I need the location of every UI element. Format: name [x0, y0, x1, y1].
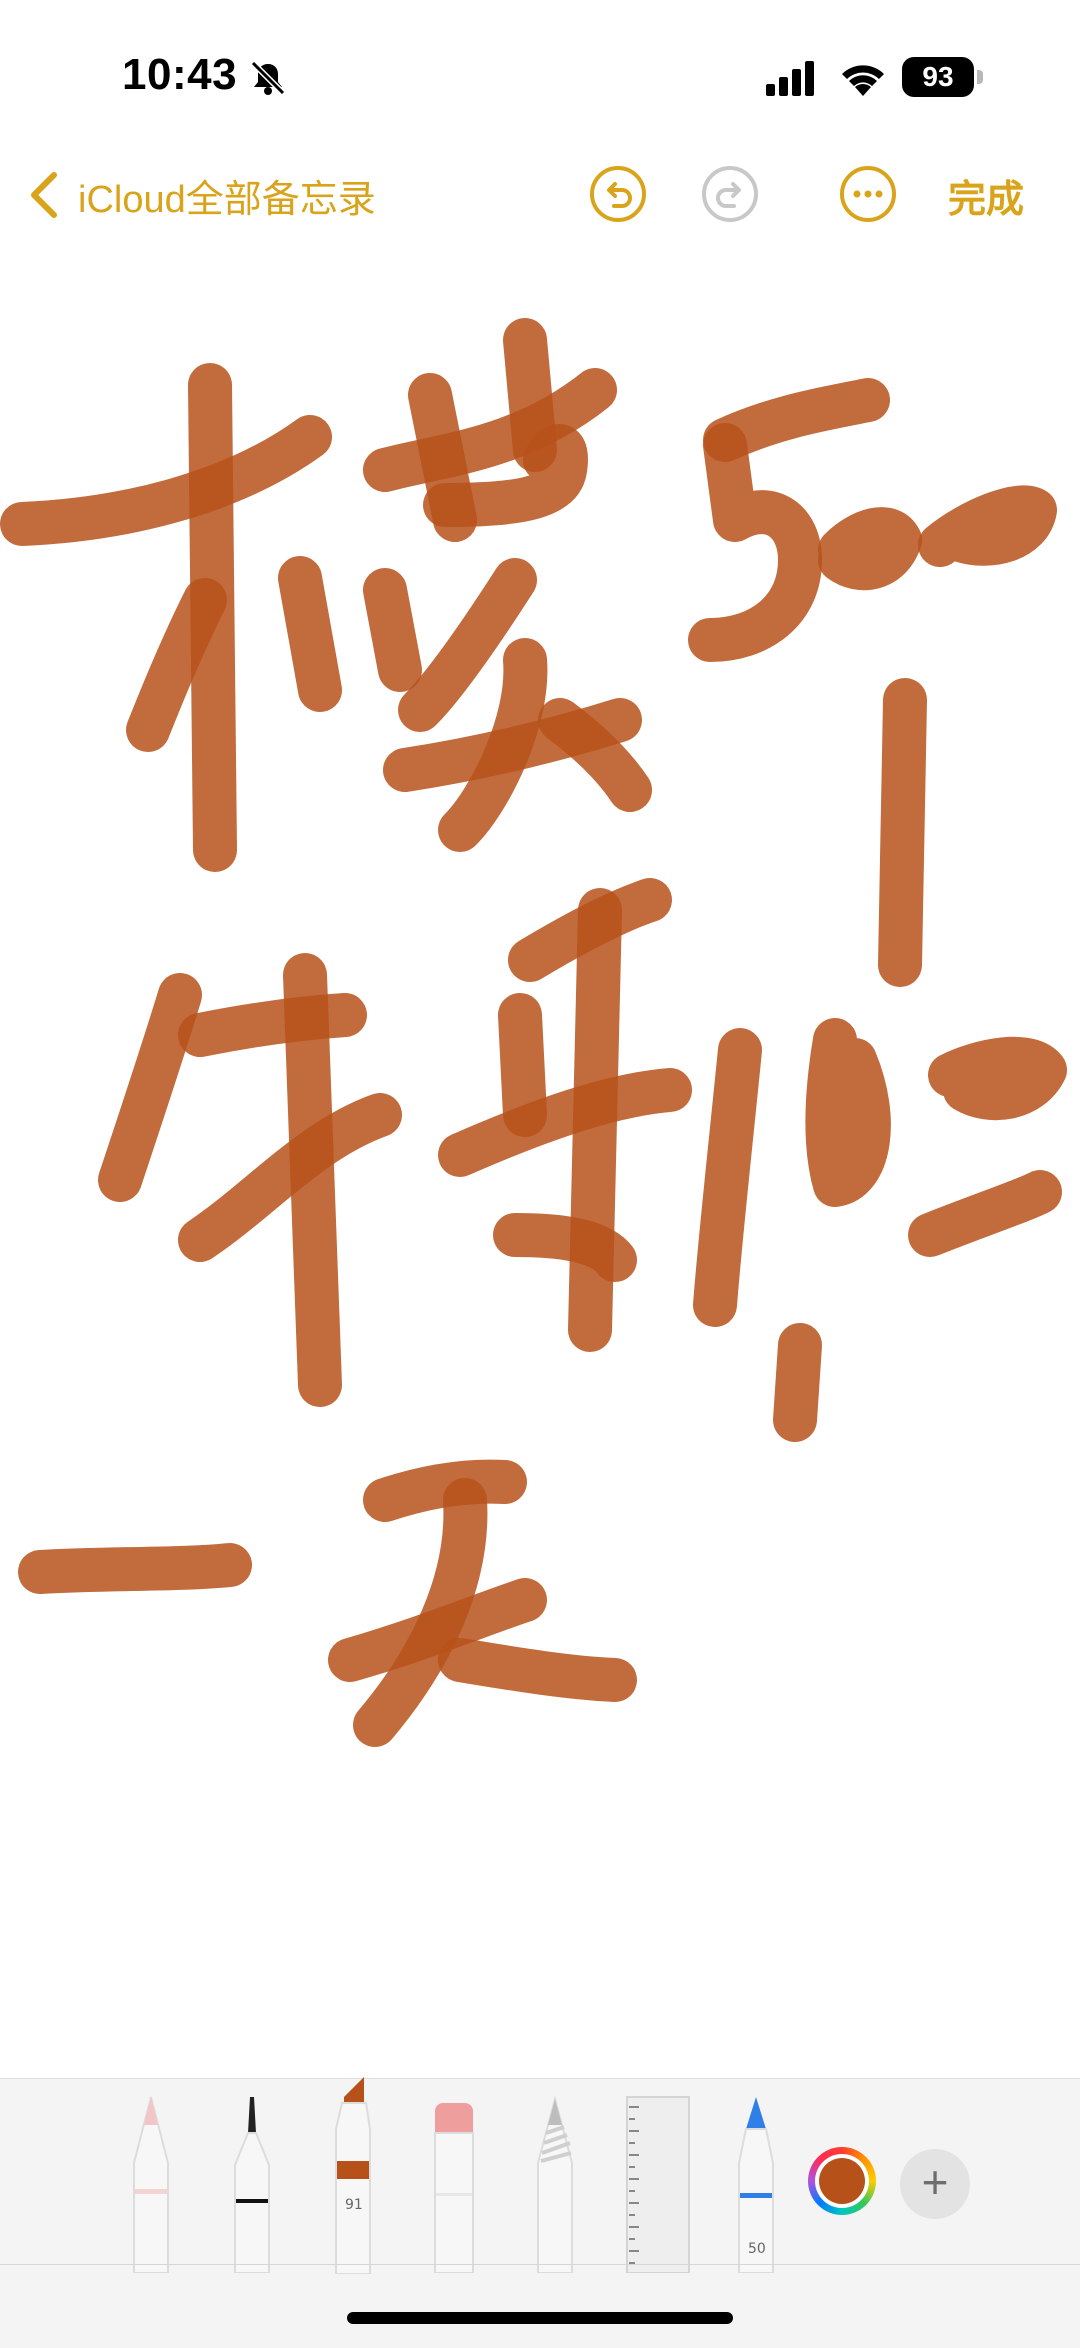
pencil-icon [537, 2095, 573, 2273]
undo-button[interactable] [588, 164, 648, 224]
stroke [818, 507, 922, 591]
ruler-tool[interactable] [625, 2093, 691, 2273]
eraser-tool[interactable] [431, 2093, 477, 2273]
wifi-icon [842, 65, 884, 96]
handwriting-strokes [0, 318, 1067, 1747]
battery-icon: 93 [902, 57, 984, 97]
home-indicator[interactable] [347, 2312, 733, 2324]
stroke [688, 423, 822, 662]
crayon-width-label: 50 [748, 2241, 766, 2257]
stroke [278, 556, 342, 712]
stroke [493, 1213, 637, 1282]
more-button[interactable] [838, 164, 898, 224]
palette-divider [0, 2264, 1080, 2265]
stroke [878, 678, 927, 987]
pencil-tool[interactable] [532, 2093, 578, 2273]
color-picker-button[interactable] [808, 2147, 876, 2215]
battery-cap [977, 70, 983, 84]
selected-color-swatch [819, 2158, 865, 2204]
cellular-signal-icon [766, 61, 814, 96]
back-button[interactable]: iCloud全部备忘录 [26, 160, 376, 230]
redo-button[interactable] [700, 164, 760, 224]
battery-level: 93 [902, 57, 974, 97]
add-tool-button[interactable]: + [900, 2149, 970, 2219]
fineliner-tool[interactable] [229, 2093, 275, 2273]
plus-icon: + [921, 2156, 949, 2208]
stroke [805, 1018, 891, 1207]
stroke [398, 558, 537, 732]
drawing-tool-palette: 91 50 + [0, 2077, 1080, 2348]
stroke [928, 1036, 1067, 1121]
stroke [438, 1068, 692, 1177]
marker-icon [335, 2077, 371, 2274]
eraser-icon [434, 2103, 474, 2273]
stroke [693, 1028, 762, 1327]
stroke [283, 953, 342, 1407]
marker-width-label: 91 [345, 2197, 363, 2213]
stroke [908, 1170, 1062, 1257]
drawing-canvas[interactable] [0, 240, 1080, 2078]
pen-icon [133, 2096, 169, 2273]
fineliner-icon [234, 2097, 270, 2273]
ruler-icon [626, 2096, 690, 2273]
stroke [438, 1638, 637, 1702]
chevron-left-icon [31, 172, 57, 218]
nav-bar: iCloud全部备忘录 完成 [0, 150, 1080, 240]
crayon-tool[interactable]: 50 [733, 2093, 779, 2273]
marker-tool[interactable]: 91 [330, 2069, 376, 2274]
stroke [498, 993, 547, 1137]
back-label: iCloud全部备忘录 [78, 178, 376, 221]
stroke [503, 318, 557, 472]
stroke [773, 1323, 822, 1442]
status-time: 10:43 [122, 50, 238, 99]
pen-tool[interactable] [128, 2093, 174, 2273]
status-bar: 10:43 93 [0, 0, 1080, 160]
stroke [703, 378, 890, 462]
stroke [918, 485, 1057, 567]
bell-slash-icon [250, 60, 286, 96]
stroke [18, 1543, 252, 1594]
done-button[interactable]: 完成 [948, 168, 1024, 223]
stroke [98, 973, 202, 1202]
stroke [363, 568, 422, 692]
stroke [353, 1478, 488, 1747]
stroke [0, 415, 332, 546]
